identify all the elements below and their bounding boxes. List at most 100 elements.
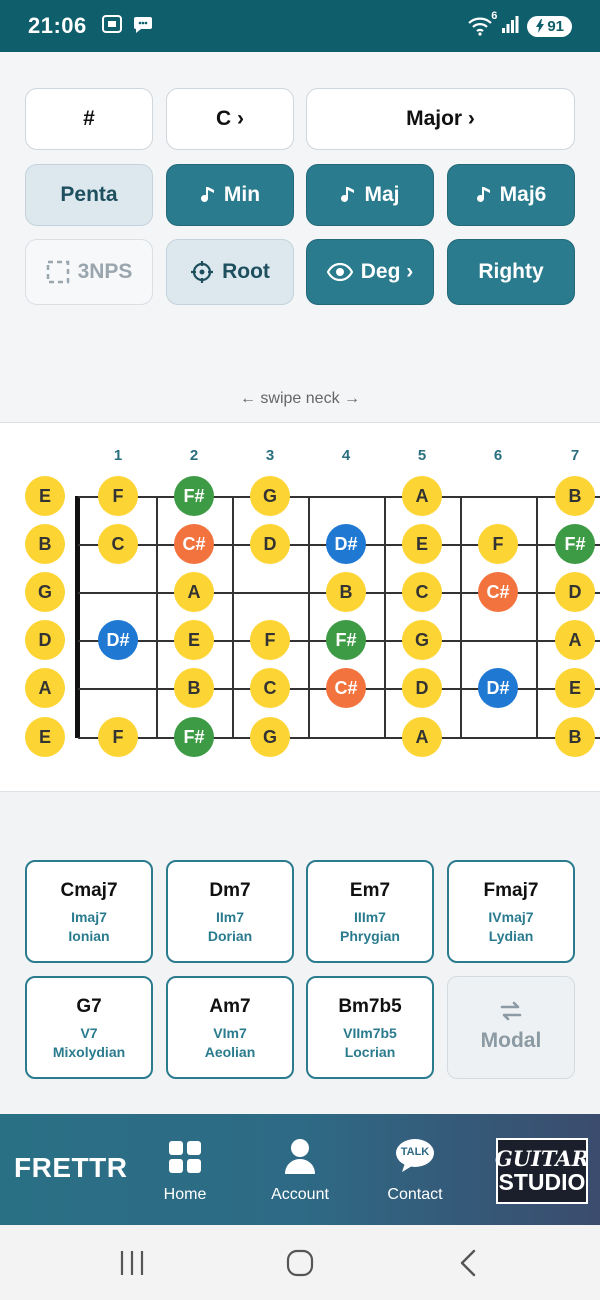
nav-account[interactable]: Account [250, 1138, 350, 1204]
scale-select-button[interactable]: Major › [306, 88, 575, 150]
music-note-icon [200, 185, 216, 205]
note-dot[interactable]: E [25, 476, 65, 516]
note-dot[interactable]: F# [174, 476, 214, 516]
root-button[interactable]: Root [166, 239, 294, 305]
fret-number: 7 [570, 447, 580, 464]
min-chord-button[interactable]: Min [166, 164, 294, 226]
note-dot[interactable]: D# [326, 524, 366, 564]
min-label: Min [223, 183, 261, 206]
chord-degree: IVmaj7 [488, 909, 534, 925]
maj6-chord-button[interactable]: Maj6 [447, 164, 575, 226]
note-dot[interactable]: B [25, 524, 65, 564]
note-dot[interactable]: A [174, 572, 214, 612]
nut [75, 496, 80, 738]
modal-button[interactable]: Modal [447, 976, 575, 1079]
chord-degree: VIIm7b5 [343, 1025, 397, 1041]
note-dot[interactable]: G [250, 476, 290, 516]
fret-number: 1 [113, 447, 123, 464]
note-dot[interactable]: D [402, 668, 442, 708]
chord-mode: Lydian [488, 928, 534, 944]
logo-line2: STUDIO [498, 1169, 586, 1195]
signal-icon [501, 14, 519, 39]
degree-button[interactable]: Deg › [306, 239, 434, 305]
note-dot[interactable]: E [174, 620, 214, 660]
note-dot[interactable]: F# [174, 717, 214, 757]
recents-icon[interactable] [112, 1247, 152, 1279]
guitar-studio-logo[interactable]: GUITAR STUDIO [495, 1138, 589, 1204]
nav-contact-label: Contact [387, 1186, 443, 1203]
note-dot[interactable]: F [478, 524, 518, 564]
note-dot[interactable]: A [555, 620, 595, 660]
note-dot[interactable]: G [25, 572, 65, 612]
chord-mode: Locrian [344, 1044, 396, 1060]
swap-arrows-icon [448, 999, 574, 1023]
sharp-toggle-button[interactable]: # [25, 88, 153, 150]
back-icon[interactable] [448, 1247, 488, 1279]
note-dot[interactable]: D# [478, 668, 518, 708]
key-label: C › [216, 107, 244, 130]
note-dot[interactable]: D [25, 620, 65, 660]
note-dot[interactable]: A [402, 476, 442, 516]
note-dot[interactable]: A [402, 717, 442, 757]
chat-bubble-icon [133, 15, 153, 38]
fret-wire [308, 496, 310, 738]
home-circle-icon[interactable] [280, 1247, 320, 1279]
music-note-icon [476, 185, 492, 205]
note-dot[interactable]: F [98, 476, 138, 516]
chord-card[interactable]: Dm7 IIm7 Dorian [166, 860, 294, 963]
chord-name: Cmaj7 [60, 880, 118, 901]
fretboard[interactable]: 1 2 3 4 5 6 7 E B G D A E F F# G A B C C# D D# E F F# A B C C# D D# E F F… [0, 422, 600, 792]
nps-button[interactable]: 3NPS [25, 239, 153, 305]
bottom-nav: FRETTR Home Account TALK Contact GUITAR … [0, 1114, 600, 1225]
chord-card[interactable]: Am7 VIm7 Aeolian [166, 976, 294, 1079]
note-dot[interactable]: F [98, 717, 138, 757]
note-dot[interactable]: D# [98, 620, 138, 660]
righty-label: Righty [478, 260, 544, 283]
nav-contact[interactable]: TALK Contact [365, 1138, 465, 1204]
nav-account-label: Account [271, 1186, 329, 1203]
note-dot[interactable]: F [250, 620, 290, 660]
penta-button[interactable]: Penta [25, 164, 153, 226]
fret-wire [232, 496, 234, 738]
chord-name: Bm7b5 [338, 996, 402, 1017]
user-icon [250, 1138, 350, 1174]
root-label: Root [222, 260, 270, 283]
note-dot[interactable]: G [402, 620, 442, 660]
brand-logo[interactable]: FRETTR [14, 1152, 127, 1184]
note-dot[interactable]: G [250, 717, 290, 757]
fret-number: 2 [189, 447, 199, 464]
chord-card[interactable]: G7 V7 Mixolydian [25, 976, 153, 1079]
chord-card[interactable]: Bm7b5 VIIm7b5 Locrian [306, 976, 434, 1079]
chord-name: Am7 [209, 996, 251, 1017]
note-dot[interactable]: C [98, 524, 138, 564]
note-dot[interactable]: E [25, 717, 65, 757]
note-dot[interactable]: C [402, 572, 442, 612]
note-dot[interactable]: C# [326, 668, 366, 708]
note-dot[interactable]: B [174, 668, 214, 708]
chord-card[interactable]: Cmaj7 Imaj7 Ionian [25, 860, 153, 963]
nav-home[interactable]: Home [135, 1138, 235, 1204]
chord-mode: Phrygian [340, 928, 400, 944]
note-dot[interactable]: E [402, 524, 442, 564]
note-dot[interactable]: C [250, 668, 290, 708]
note-dot[interactable]: C# [174, 524, 214, 564]
note-dot[interactable]: F# [326, 620, 366, 660]
note-dot[interactable]: B [555, 717, 595, 757]
note-dot[interactable]: E [555, 668, 595, 708]
maj-chord-button[interactable]: Maj [306, 164, 434, 226]
righty-button[interactable]: Righty [447, 239, 575, 305]
note-dot[interactable]: B [326, 572, 366, 612]
note-dot[interactable]: B [555, 476, 595, 516]
note-dot[interactable]: D [250, 524, 290, 564]
note-dot[interactable]: F# [555, 524, 595, 564]
chord-degree: V7 [80, 1025, 98, 1041]
note-dot[interactable]: C# [478, 572, 518, 612]
chord-mode: Mixolydian [52, 1044, 126, 1060]
chord-card[interactable]: Fmaj7 IVmaj7 Lydian [447, 860, 575, 963]
chord-card[interactable]: Em7 IIIm7 Phrygian [306, 860, 434, 963]
chord-degree: VIm7 [213, 1025, 247, 1041]
note-dot[interactable]: A [25, 668, 65, 708]
note-dot[interactable]: D [555, 572, 595, 612]
key-select-button[interactable]: C › [166, 88, 294, 150]
maj-label: Maj [364, 183, 400, 206]
